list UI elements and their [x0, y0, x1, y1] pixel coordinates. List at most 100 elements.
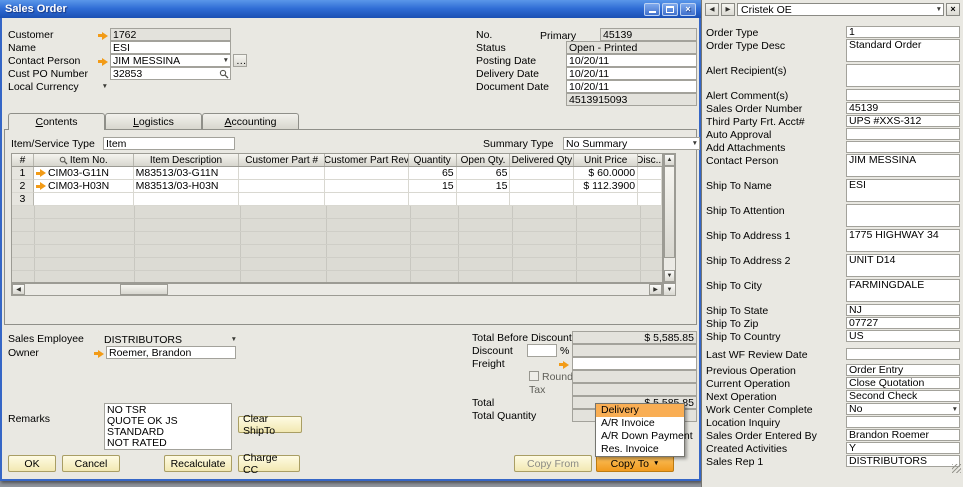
clear-shipto-button[interactable]: Clear ShipTo	[238, 413, 302, 437]
panel-field-value[interactable]: Order Entry	[846, 364, 960, 376]
panel-field-value[interactable]	[846, 416, 960, 428]
contact-detail-button[interactable]: …	[233, 54, 247, 67]
panel-close-button[interactable]: ×	[946, 2, 960, 16]
cancel-button[interactable]: Cancel	[62, 455, 120, 472]
customer-part-cell[interactable]	[239, 167, 326, 180]
panel-field-value[interactable]: 45139	[846, 102, 960, 114]
horizontal-scroll-thumb[interactable]	[120, 284, 168, 295]
tab-contents[interactable]: Contents	[8, 113, 105, 130]
resize-grip-icon[interactable]	[952, 464, 961, 473]
panel-field-value[interactable]: ESI	[846, 179, 960, 202]
sales-employee-combo[interactable]: DISTRIBUTORS ▼	[104, 333, 237, 346]
name-field[interactable]: ESI	[110, 41, 231, 54]
delivered-qty-cell[interactable]	[510, 180, 575, 193]
menu-item-ar-down-payment[interactable]: A/R Down Payment	[596, 430, 693, 443]
panel-field-value[interactable]	[846, 64, 960, 87]
close-button[interactable]: ×	[680, 2, 696, 16]
description-cell[interactable]	[133, 193, 240, 206]
link-arrow-icon[interactable]	[559, 360, 569, 369]
link-arrow-icon[interactable]	[98, 31, 108, 40]
panel-field-value[interactable]	[846, 141, 960, 153]
col-header-item-no[interactable]: Item No.	[34, 154, 134, 166]
panel-field-value[interactable]	[846, 348, 960, 360]
grid-scroll-down-button[interactable]: ▼	[663, 283, 676, 296]
panel-field-value[interactable]	[846, 204, 960, 227]
panel-field-value[interactable]: Second Check	[846, 390, 960, 402]
doc-number-field[interactable]: 45139	[600, 28, 697, 41]
customer-part-cell[interactable]	[239, 180, 326, 193]
row-number[interactable]: 1	[12, 167, 34, 180]
customer-field[interactable]: 1762	[110, 28, 231, 41]
item-service-type-combo[interactable]: Item	[103, 137, 235, 150]
panel-field-value[interactable]: NJ	[846, 304, 960, 316]
tab-accounting[interactable]: Accounting	[202, 113, 299, 129]
summary-type-combo[interactable]: No Summary ▼	[563, 137, 700, 150]
unit-price-cell[interactable]: $ 60.0000	[574, 167, 639, 180]
panel-field-value[interactable]: Y	[846, 442, 960, 454]
vertical-scroll-thumb[interactable]	[664, 166, 675, 258]
description-cell[interactable]: M83513/03-G11N	[133, 167, 240, 180]
panel-field-value[interactable]: US	[846, 330, 960, 342]
unit-price-cell[interactable]	[574, 193, 639, 206]
scroll-left-button[interactable]: ◀	[12, 284, 25, 295]
panel-field-value[interactable]	[846, 89, 960, 101]
contact-person-combo[interactable]: JIM MESSINA ▼	[110, 54, 231, 67]
row-number[interactable]: 2	[12, 180, 34, 193]
col-header-description[interactable]: Item Description	[134, 154, 240, 166]
link-arrow-icon[interactable]	[94, 349, 104, 358]
panel-field-value[interactable]: Close Quotation	[846, 377, 960, 389]
panel-field-value[interactable]: UPS #XXS-312	[846, 115, 960, 127]
quantity-cell[interactable]: 15	[408, 180, 457, 193]
copy-to-button[interactable]: Copy To ▼	[596, 455, 674, 472]
copy-from-button[interactable]: Copy From	[514, 455, 592, 472]
vertical-scrollbar[interactable]: ▲ ▼	[663, 153, 676, 283]
freight-field[interactable]	[572, 357, 697, 370]
panel-field-value[interactable]	[846, 128, 960, 140]
open-qty-cell[interactable]: 65	[456, 167, 511, 180]
link-arrow-icon[interactable]	[35, 182, 46, 191]
panel-field-value[interactable]: UNIT D14	[846, 254, 960, 277]
remarks-field[interactable]: NO TSR QUOTE OK JS STANDARD NOT RATED	[104, 403, 232, 450]
charge-cc-button[interactable]: Charge CC	[238, 452, 300, 476]
chevron-down-icon[interactable]: ▼	[223, 55, 229, 66]
col-header-rownum[interactable]: #	[12, 154, 34, 166]
panel-field-value[interactable]: 1	[846, 26, 960, 38]
search-icon[interactable]	[219, 69, 229, 79]
discount-cell[interactable]	[638, 167, 663, 180]
scroll-up-button[interactable]: ▲	[664, 154, 675, 166]
col-header-discount[interactable]: Disc...	[638, 154, 662, 166]
link-arrow-icon[interactable]	[98, 57, 108, 66]
maximize-button[interactable]	[662, 2, 678, 16]
item-no-cell[interactable]	[33, 193, 134, 206]
customer-part-rev-cell[interactable]	[325, 167, 409, 180]
owner-field[interactable]: Roemer, Brandon	[106, 346, 236, 359]
panel-field-value[interactable]: 07727	[846, 317, 960, 329]
row-number[interactable]: 3	[12, 193, 34, 206]
panel-field-value[interactable]: JIM MESSINA	[846, 154, 960, 177]
panel-field-value[interactable]: DISTRIBUTORS	[846, 455, 960, 467]
open-qty-cell[interactable]: 15	[456, 180, 511, 193]
document-date-field[interactable]: 10/20/11	[566, 80, 697, 93]
quantity-cell[interactable]	[408, 193, 457, 206]
quantity-cell[interactable]: 65	[408, 167, 457, 180]
menu-item-res-invoice[interactable]: Res. Invoice	[596, 443, 684, 456]
col-header-customer-part[interactable]: Customer Part #	[239, 154, 326, 166]
open-qty-cell[interactable]	[456, 193, 511, 206]
discount-percent-field[interactable]	[527, 344, 557, 357]
panel-next-button[interactable]: ▶	[721, 2, 735, 16]
panel-prev-button[interactable]: ◀	[705, 2, 719, 16]
link-arrow-icon[interactable]	[35, 169, 46, 178]
tab-logistics[interactable]: Logistics	[105, 113, 202, 129]
panel-field-value[interactable]: Brandon Roemer	[846, 429, 960, 441]
scroll-right-button[interactable]: ▶	[649, 284, 662, 295]
col-header-open-qty[interactable]: Open Qty.	[457, 154, 511, 166]
posting-date-field[interactable]: 10/20/11	[566, 54, 697, 67]
panel-category-combo[interactable]: Cristek OE ▼	[737, 2, 944, 16]
delivery-date-field[interactable]: 10/20/11	[566, 67, 697, 80]
customer-part-cell[interactable]	[239, 193, 326, 206]
title-bar[interactable]: Sales Order ×	[0, 0, 701, 18]
panel-field-value[interactable]: 1775 HIGHWAY 34	[846, 229, 960, 252]
currency-combo[interactable]: Local Currency ▼	[8, 80, 108, 93]
col-header-quantity[interactable]: Quantity	[409, 154, 457, 166]
col-header-delivered-qty[interactable]: Delivered Qty	[510, 154, 575, 166]
